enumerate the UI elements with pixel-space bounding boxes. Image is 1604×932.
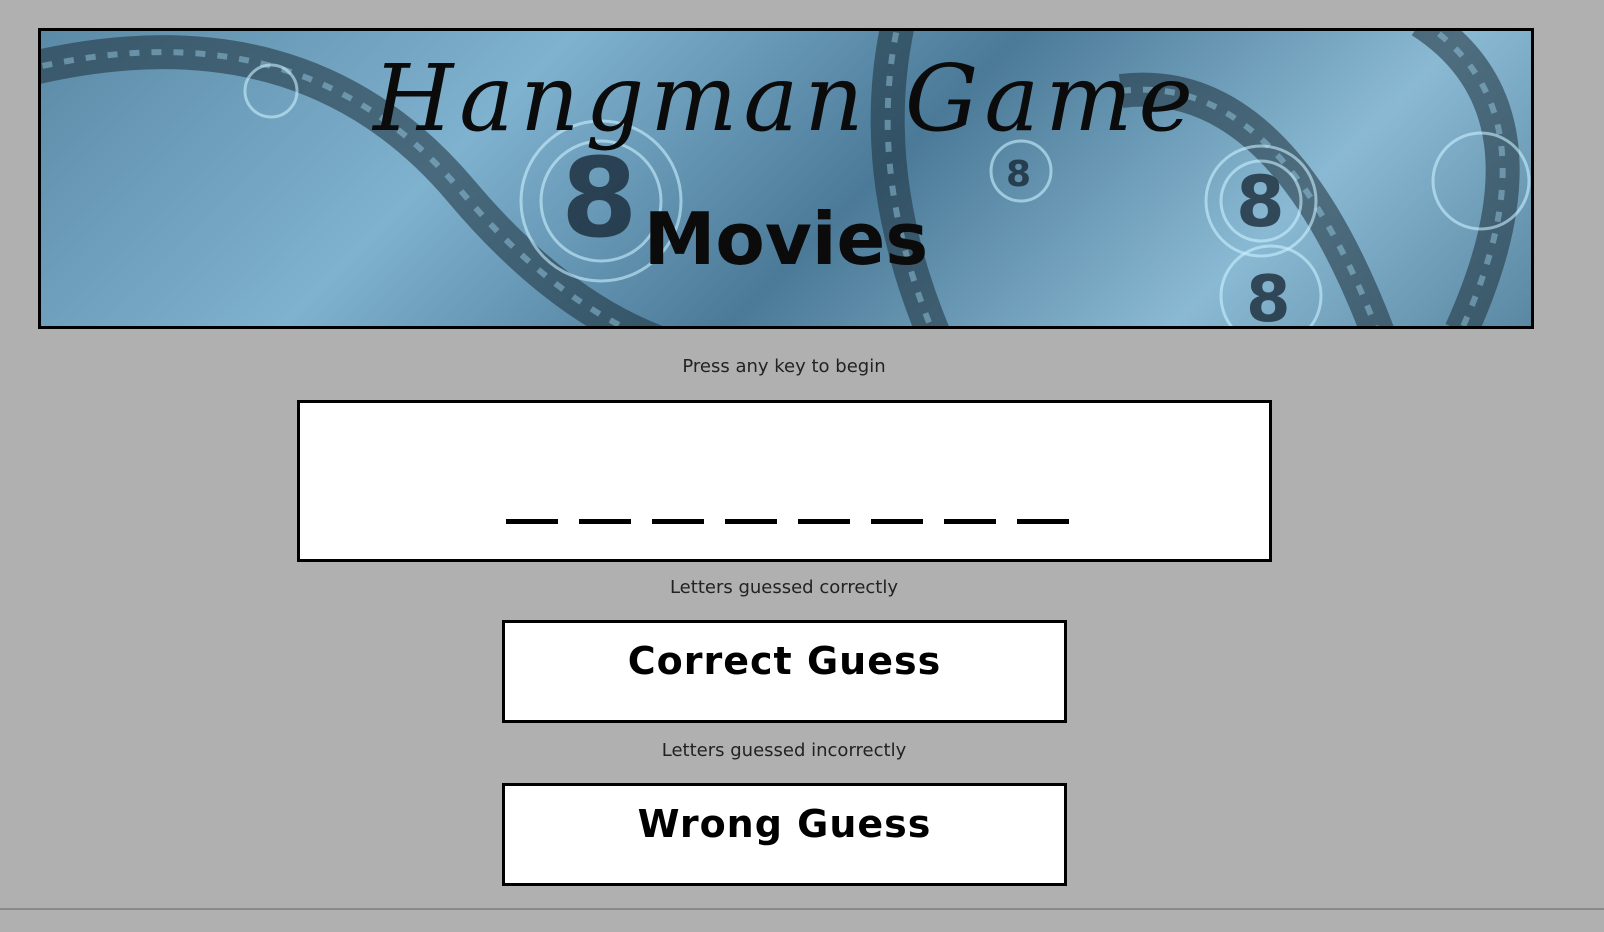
word-display — [297, 400, 1272, 562]
correct-guess-label: Correct Guess — [627, 639, 942, 683]
letter-blank — [1017, 519, 1069, 524]
wrong-guess-label: Wrong Guess — [637, 802, 932, 846]
correct-guess-box: Correct Guess — [502, 620, 1067, 723]
letter-blank — [944, 519, 996, 524]
header-banner: 8 8 8 8 Hangman Game Movies — [38, 28, 1534, 329]
letter-blanks — [506, 519, 1069, 524]
wrong-guess-box: Wrong Guess — [502, 783, 1067, 886]
letter-blank — [506, 519, 558, 524]
game-title: Hangman Game — [373, 45, 1199, 152]
correct-caption: Letters guessed correctly — [669, 577, 899, 598]
letter-blank — [579, 519, 631, 524]
letter-blank — [871, 519, 923, 524]
hangman-page: 8 8 8 8 Hangman Game Movies Press any ke… — [0, 0, 1604, 932]
wrong-caption: Letters guessed incorrectly — [661, 740, 907, 761]
letter-blank — [652, 519, 704, 524]
page-divider — [0, 908, 1604, 910]
letter-blank — [798, 519, 850, 524]
start-prompt: Press any key to begin — [682, 356, 886, 377]
category-title: Movies — [643, 197, 929, 281]
svg-text:8: 8 — [1006, 154, 1031, 195]
letter-blank — [725, 519, 777, 524]
